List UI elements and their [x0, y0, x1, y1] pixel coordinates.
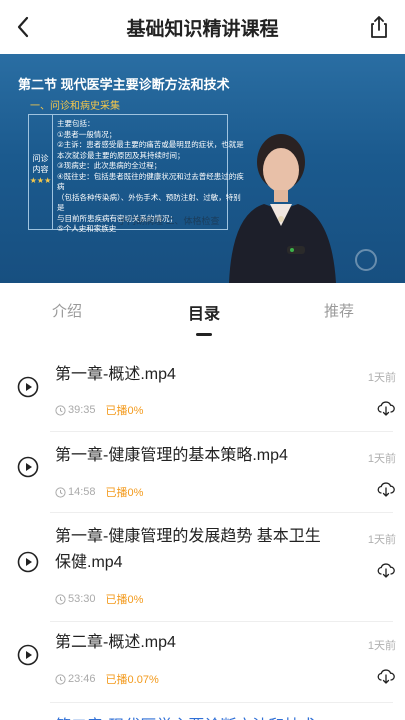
share-button[interactable]: [365, 13, 393, 41]
item-duration: 53:30: [68, 593, 96, 605]
top-bar: 基础知识精讲课程: [0, 0, 405, 54]
slide-box-label: 问诊 内容 ★★★: [29, 115, 53, 229]
item-meta: 23:46 已播0.07%: [55, 671, 159, 687]
clock-icon: [55, 593, 66, 605]
slide-line: 主要包括：: [57, 119, 95, 128]
item-title: 第一章-概述.mp4: [55, 366, 176, 383]
tab-catalog[interactable]: 目录: [188, 300, 220, 324]
play-icon[interactable]: [17, 456, 39, 478]
download-icon[interactable]: [377, 400, 395, 416]
slide-line: （包括各种传染病）、外伤手术、预防注射、过敏，特别是: [57, 192, 241, 213]
item-played: 已播0%: [105, 405, 144, 417]
item-duration: 14:58: [68, 486, 96, 498]
tab-recommend[interactable]: 推荐: [324, 300, 354, 321]
divider: [50, 512, 393, 513]
item-date: 1天前: [367, 372, 396, 384]
slide-title: 第二节 现代医学主要诊断方法和技术: [18, 77, 230, 92]
slide-line: ①患者一般情况；: [57, 129, 117, 139]
video-player[interactable]: 第二节 现代医学主要诊断方法和技术 一、问诊和病史采集 问诊 内容 ★★★ 主要…: [0, 54, 405, 283]
slide-line: ④既往史：包括患者既往的健康状况和过去曾经患过的疾病: [57, 171, 244, 192]
play-icon[interactable]: [17, 376, 39, 398]
clock-icon: [55, 404, 66, 416]
page-title: 基础知识精讲课程: [126, 19, 279, 40]
list-item[interactable]: 第一章-概述.mp4 1天前 39:35 已播0%: [0, 355, 405, 435]
slide-line: ③现病史：此次患病的全过程；: [57, 161, 162, 170]
slide-overlay-text: 子门胡病理 二、体格检查: [118, 216, 220, 226]
item-title: 第二章-概述.mp4: [55, 634, 176, 651]
item-played: 已播0.07%: [105, 674, 159, 686]
item-meta: 39:35 已播0%: [55, 402, 143, 418]
tab-intro[interactable]: 介绍: [52, 300, 82, 321]
share-icon: [371, 16, 387, 38]
slide-line: 本次就诊最主要的原因及其持续时间；: [57, 150, 185, 160]
tab-bar: 介绍 目录 推荐: [0, 283, 405, 341]
item-title: 第一章-健康管理的基本策略.mp4: [55, 447, 288, 464]
box-label-stars: ★★★: [29, 176, 52, 185]
download-icon[interactable]: [377, 668, 395, 684]
slide-content-box: 问诊 内容 ★★★ 主要包括： ①患者一般情况； ②主诉：患者感受最主要的痛苦或…: [28, 114, 244, 233]
list-item-partial-title[interactable]: 第二章-现代医学主要诊断方法和技术: [55, 712, 316, 720]
item-played: 已播0%: [105, 487, 144, 499]
list-item[interactable]: 第一章-健康管理的发展趋势 基本卫生保健.mp4 1天前 53:30 已播0%: [0, 517, 405, 625]
watermark-logo: [355, 249, 377, 271]
divider: [50, 431, 393, 432]
play-icon[interactable]: [17, 644, 39, 666]
download-icon[interactable]: [377, 562, 395, 578]
download-icon[interactable]: [377, 481, 395, 497]
list-item[interactable]: 第二章-概述.mp4 1天前 23:46 已播0.07%: [0, 626, 405, 706]
item-duration: 39:35: [68, 404, 96, 416]
back-button[interactable]: [10, 13, 38, 41]
item-played: 已播0%: [105, 594, 144, 606]
divider: [50, 702, 393, 703]
box-label-line2: 内容: [32, 165, 49, 174]
item-date: 1天前: [367, 453, 396, 465]
clock-icon: [55, 673, 66, 685]
presenter-figure: [229, 134, 336, 283]
list-item[interactable]: 第一章-健康管理的基本策略.mp4 1天前 14:58 已播0%: [0, 436, 405, 516]
app-screen: 基础知识精讲课程 第二节 现代医学主要诊断方法和技术 一、问诊和病史采集 问诊 …: [0, 0, 405, 720]
active-tab-indicator: [196, 333, 212, 336]
item-meta: 53:30 已播0%: [55, 591, 143, 607]
clock-icon: [55, 486, 66, 498]
box-label-line1: 问诊: [32, 154, 49, 163]
chevron-left-icon: [17, 16, 29, 38]
item-date: 1天前: [367, 534, 396, 546]
item-meta: 14:58 已播0%: [55, 484, 143, 500]
slide-subtitle: 一、问诊和病史采集: [30, 101, 120, 112]
item-date: 1天前: [367, 640, 396, 652]
item-duration: 23:46: [68, 673, 96, 685]
play-icon[interactable]: [17, 551, 39, 573]
remote-control: [287, 246, 305, 254]
divider: [50, 621, 393, 622]
item-title: 第一章-健康管理的发展趋势 基本卫生保健.mp4: [55, 528, 321, 571]
slide-line: ②主诉：患者感受最主要的痛苦或最明显的症状，也就是: [57, 140, 244, 149]
